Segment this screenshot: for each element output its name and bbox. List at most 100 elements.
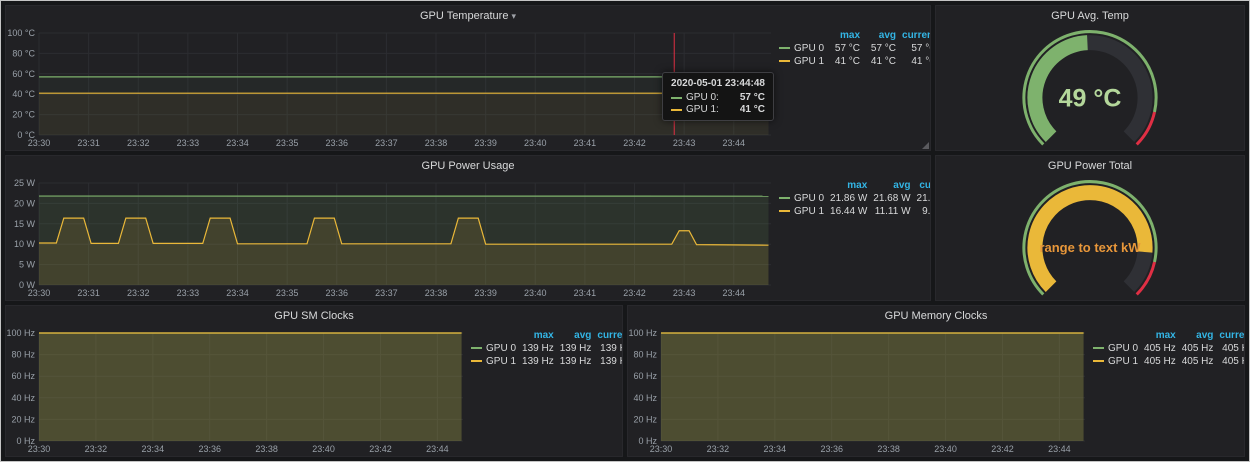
svg-text:23:39: 23:39 [474, 138, 497, 148]
svg-text:23:42: 23:42 [623, 288, 646, 298]
legend-row[interactable]: GPU 0139 Hz139 Hz139 Hz [468, 342, 622, 355]
panel-resize-handle[interactable] [922, 142, 929, 149]
tooltip-row: GPU 0: 57 °C [671, 92, 765, 103]
svg-text:23:37: 23:37 [375, 288, 398, 298]
svg-text:23:41: 23:41 [574, 288, 597, 298]
series-swatch-icon [1093, 360, 1104, 362]
svg-text:15 W: 15 W [14, 219, 36, 229]
gpu-memory-clocks-chart[interactable]: 0 Hz20 Hz40 Hz60 Hz80 Hz100 Hz23:3023:32… [628, 326, 1090, 456]
legend-header-max[interactable]: max [827, 29, 863, 42]
svg-text:40 Hz: 40 Hz [633, 393, 657, 403]
svg-text:23:34: 23:34 [226, 288, 249, 298]
panel-gpu-sm-clocks: GPU SM Clocks 0 Hz20 Hz40 Hz60 Hz80 Hz10… [5, 305, 623, 457]
gpu-temperature-chart[interactable]: 0 °C20 °C40 °C60 °C80 °C100 °C23:3023:31… [6, 26, 776, 150]
svg-text:60 Hz: 60 Hz [633, 371, 657, 381]
gpu-power-usage-legend: maxavgcurrentGPU 021.86 W21.68 W21.77 WG… [776, 176, 930, 300]
svg-text:23:35: 23:35 [276, 138, 299, 148]
svg-text:80 Hz: 80 Hz [633, 350, 657, 360]
grafana-dashboard: GPU Temperature ▾ 0 °C20 °C40 °C60 °C80 … [5, 5, 1245, 457]
svg-text:60 Hz: 60 Hz [11, 371, 35, 381]
svg-text:23:44: 23:44 [723, 288, 746, 298]
svg-text:23:32: 23:32 [85, 444, 108, 454]
svg-text:23:40: 23:40 [312, 444, 335, 454]
svg-text:23:42: 23:42 [369, 444, 392, 454]
gpu-power-usage-chart[interactable]: 0 W5 W10 W15 W20 W25 W23:3023:3123:3223:… [6, 176, 776, 300]
legend-header-current[interactable]: current [1216, 329, 1244, 342]
legend-header-max[interactable]: max [1141, 329, 1179, 342]
svg-text:20 Hz: 20 Hz [11, 414, 35, 424]
panel-gpu-power-usage: GPU Power Usage 0 W5 W10 W15 W20 W25 W23… [5, 155, 931, 301]
gpu-temperature-body: 0 °C20 °C40 °C60 °C80 °C100 °C23:3023:31… [6, 26, 930, 150]
gpu-avg-temp-body: 49 °C [936, 26, 1244, 150]
series-swatch-icon [779, 197, 790, 199]
svg-text:80 °C: 80 °C [12, 48, 35, 58]
svg-text:23:34: 23:34 [226, 138, 249, 148]
legend-header-current[interactable]: current [594, 329, 622, 342]
svg-text:20 W: 20 W [14, 198, 36, 208]
gpu-power-usage-body: 0 W5 W10 W15 W20 W25 W23:3023:3123:3223:… [6, 176, 930, 300]
panel-title-gpu-power-total[interactable]: GPU Power Total [936, 156, 1244, 176]
legend-table: maxavgcurrentGPU 057 °C57 °C57 °CGPU 141… [776, 29, 930, 68]
gpu-memory-clocks-body: 0 Hz20 Hz40 Hz60 Hz80 Hz100 Hz23:3023:32… [628, 326, 1244, 456]
svg-text:23:39: 23:39 [474, 288, 497, 298]
legend-row[interactable]: GPU 116.44 W11.11 W9.76 W [776, 205, 930, 218]
svg-text:23:40: 23:40 [524, 138, 547, 148]
svg-text:100 °C: 100 °C [7, 28, 35, 38]
legend-header-current[interactable]: current [914, 179, 930, 192]
svg-text:23:36: 23:36 [325, 288, 348, 298]
legend-row[interactable]: GPU 021.86 W21.68 W21.77 W [776, 192, 930, 205]
chart-svg[interactable]: 0 Hz20 Hz40 Hz60 Hz80 Hz100 Hz23:3023:32… [628, 326, 1090, 456]
svg-text:23:40: 23:40 [524, 288, 547, 298]
chart-svg[interactable]: 0 W5 W10 W15 W20 W25 W23:3023:3123:3223:… [6, 176, 776, 300]
panel-title-text: GPU Power Total [1048, 160, 1132, 172]
svg-text:23:30: 23:30 [28, 138, 51, 148]
svg-text:23:30: 23:30 [650, 444, 673, 454]
svg-text:23:35: 23:35 [276, 288, 299, 298]
panel-title-text: GPU Power Usage [422, 160, 515, 172]
chevron-down-icon: ▾ [511, 11, 516, 22]
series-swatch-icon [671, 97, 682, 99]
legend-table: maxavgcurrentGPU 021.86 W21.68 W21.77 WG… [776, 179, 930, 218]
chart-svg[interactable]: 0 Hz20 Hz40 Hz60 Hz80 Hz100 Hz23:3023:32… [6, 326, 468, 456]
panel-title-gpu-memory-clocks[interactable]: GPU Memory Clocks [628, 306, 1244, 326]
svg-text:40 °C: 40 °C [12, 89, 35, 99]
gpu-sm-clocks-chart[interactable]: 0 Hz20 Hz40 Hz60 Hz80 Hz100 Hz23:3023:32… [6, 326, 468, 456]
svg-text:23:32: 23:32 [707, 444, 730, 454]
panel-title-gpu-temperature[interactable]: GPU Temperature ▾ [6, 6, 930, 26]
legend-header-max[interactable]: max [519, 329, 557, 342]
legend-header-avg[interactable]: avg [870, 179, 913, 192]
legend-header-row: maxavgcurrent [776, 29, 930, 42]
gpu-sm-clocks-legend: maxavgcurrentGPU 0139 Hz139 Hz139 HzGPU … [468, 326, 622, 456]
legend-header-avg[interactable]: avg [1179, 329, 1217, 342]
legend-header-max[interactable]: max [827, 179, 870, 192]
legend-row[interactable]: GPU 141 °C41 °C41 °C [776, 55, 930, 68]
svg-text:100 Hz: 100 Hz [628, 328, 657, 338]
legend-row[interactable]: GPU 0405 Hz405 Hz405 Hz [1090, 342, 1244, 355]
gpu-power-total-body: range to text kW [936, 176, 1244, 300]
svg-text:23:36: 23:36 [325, 138, 348, 148]
panel-gpu-power-total: GPU Power Total range to text kW [935, 155, 1245, 301]
svg-text:23:34: 23:34 [764, 444, 787, 454]
panel-title-text: GPU Avg. Temp [1051, 10, 1129, 22]
legend-header-avg[interactable]: avg [557, 329, 595, 342]
panel-title-gpu-power-usage[interactable]: GPU Power Usage [6, 156, 930, 176]
tooltip-series-value: 41 °C [740, 104, 765, 115]
series-swatch-icon [471, 347, 482, 349]
svg-text:23:33: 23:33 [177, 138, 200, 148]
svg-text:23:38: 23:38 [425, 138, 448, 148]
legend-header-current[interactable]: current [899, 29, 930, 42]
svg-text:23:36: 23:36 [820, 444, 843, 454]
gpu-sm-clocks-body: 0 Hz20 Hz40 Hz60 Hz80 Hz100 Hz23:3023:32… [6, 326, 622, 456]
svg-text:23:43: 23:43 [673, 288, 696, 298]
legend-header-avg[interactable]: avg [863, 29, 899, 42]
gauge-svg: range to text kW [936, 176, 1244, 300]
legend-row[interactable]: GPU 1139 Hz139 Hz139 Hz [468, 355, 622, 368]
svg-text:23:44: 23:44 [723, 138, 746, 148]
panel-title-gpu-sm-clocks[interactable]: GPU SM Clocks [6, 306, 622, 326]
tooltip-series-name: GPU 0: [686, 92, 719, 103]
svg-text:23:31: 23:31 [77, 288, 100, 298]
chart-svg[interactable]: 0 °C20 °C40 °C60 °C80 °C100 °C23:3023:31… [6, 26, 776, 150]
panel-title-gpu-avg-temp[interactable]: GPU Avg. Temp [936, 6, 1244, 26]
legend-row[interactable]: GPU 057 °C57 °C57 °C [776, 42, 930, 55]
legend-row[interactable]: GPU 1405 Hz405 Hz405 Hz [1090, 355, 1244, 368]
